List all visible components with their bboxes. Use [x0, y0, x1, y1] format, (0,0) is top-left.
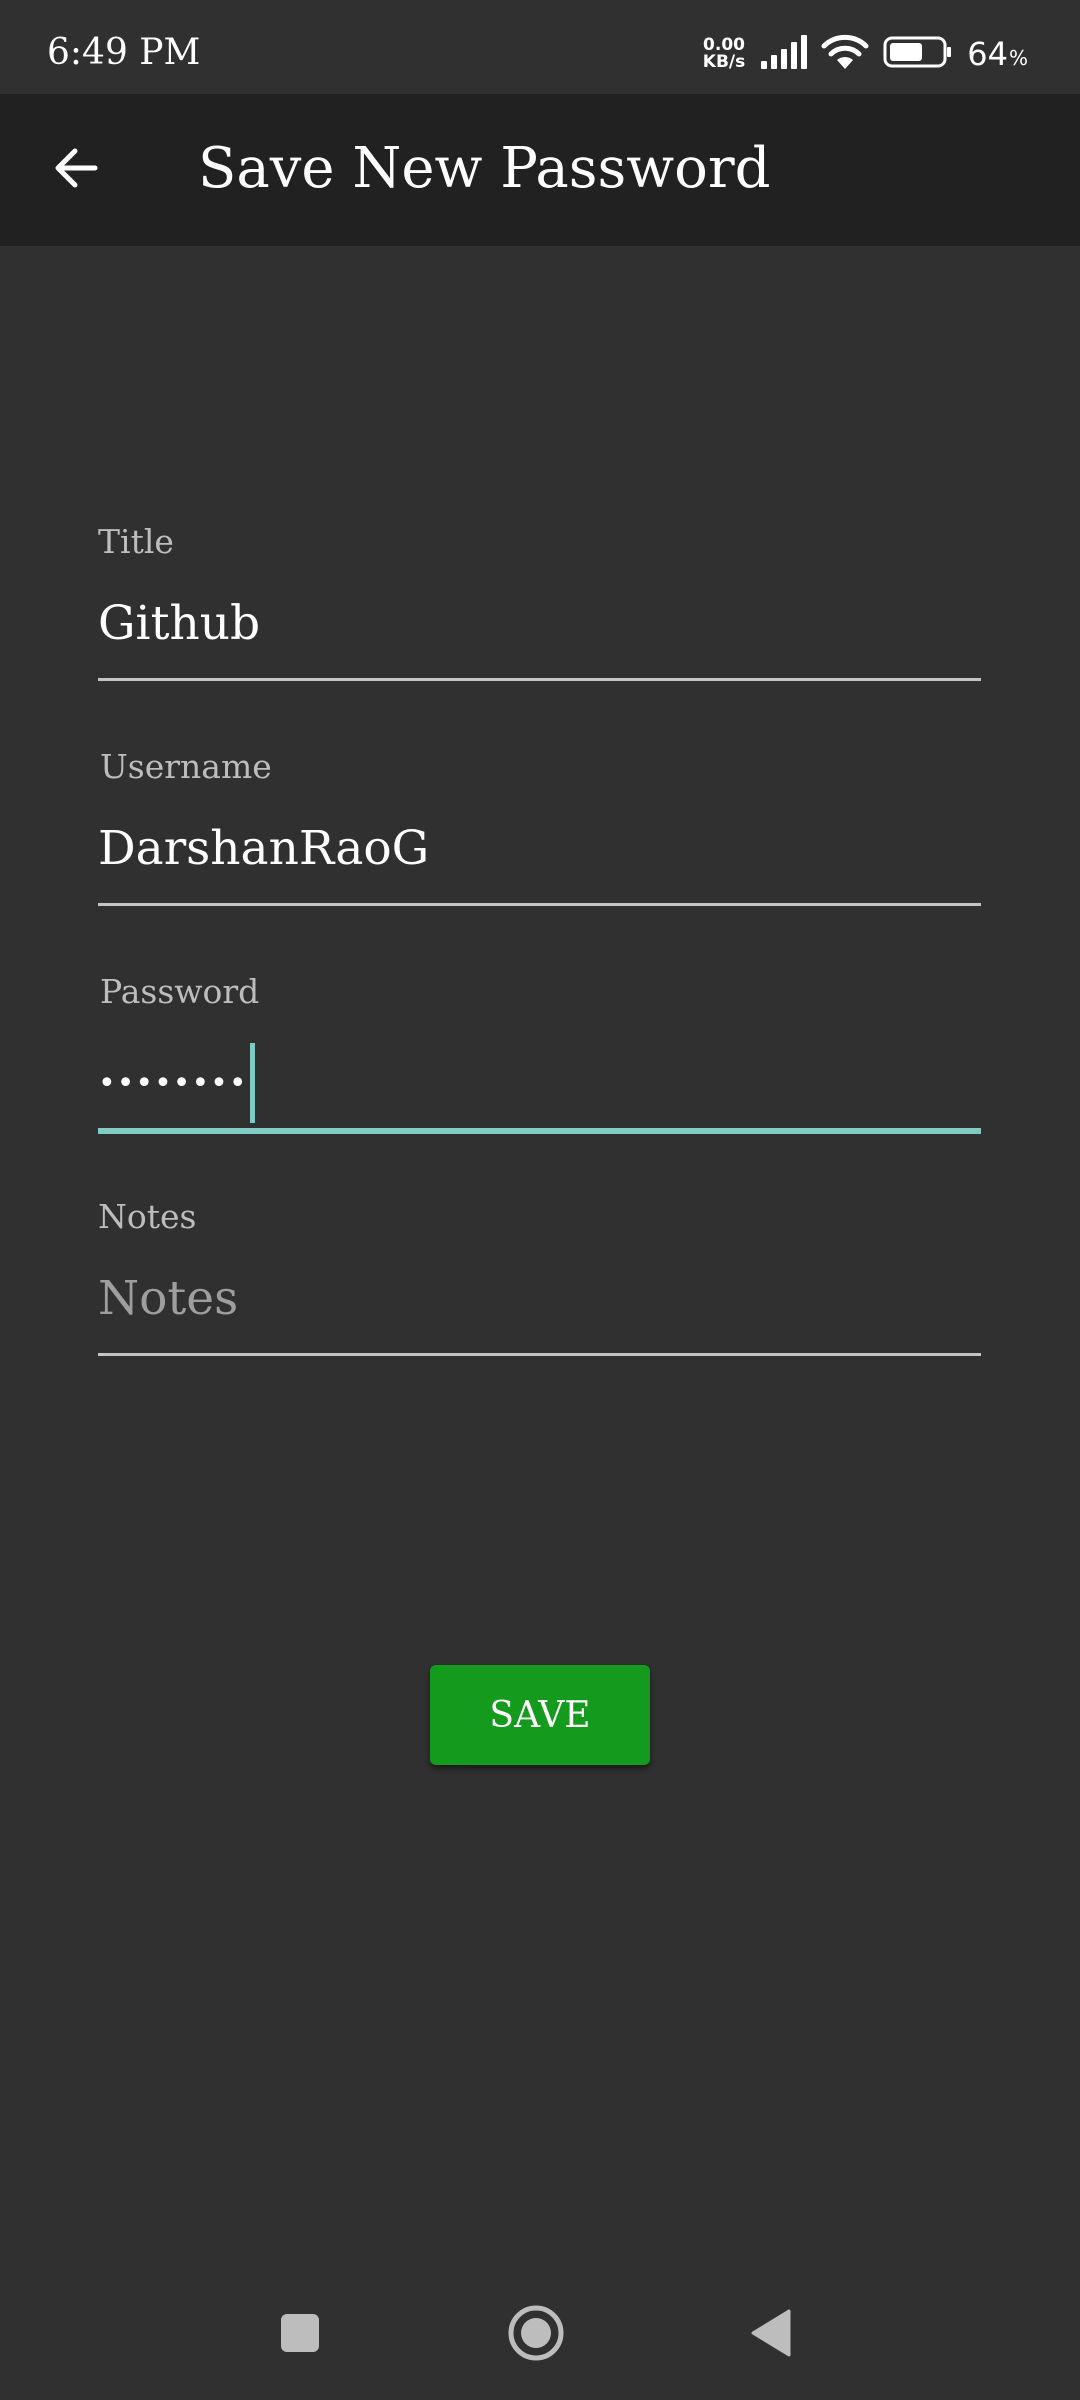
system-nav-bar	[0, 2270, 1080, 2400]
home-icon	[507, 2304, 565, 2366]
recents-icon	[280, 2313, 320, 2357]
password-masked-value: ••••••••	[98, 1065, 248, 1101]
title-underline	[98, 678, 981, 681]
page-title: Save New Password	[198, 136, 771, 201]
username-label: Username	[100, 747, 272, 786]
save-button[interactable]: SAVE	[430, 1665, 650, 1765]
password-input[interactable]: ••••••••	[98, 1043, 255, 1123]
notes-underline	[98, 1353, 981, 1356]
title-input[interactable]	[98, 587, 981, 659]
back-button[interactable]	[36, 130, 116, 210]
username-field: Username	[98, 747, 981, 907]
title-label: Title	[98, 522, 174, 561]
notes-input[interactable]	[98, 1262, 981, 1334]
password-underline	[98, 1128, 981, 1134]
battery-percent-sign: %	[1008, 46, 1028, 70]
signal-icon	[759, 35, 808, 73]
battery-percent: 64%	[967, 35, 1028, 73]
status-bar: 6:49 PM 0.00 KB/s 64 %	[0, 0, 1080, 94]
username-input[interactable]	[98, 812, 981, 884]
battery-icon	[883, 36, 953, 72]
wifi-icon	[821, 33, 869, 75]
notes-field: Notes	[98, 1197, 981, 1357]
title-field: Title	[98, 522, 981, 682]
home-button[interactable]	[491, 2290, 581, 2380]
text-cursor	[249, 1043, 255, 1123]
battery-percent-value: 64	[967, 35, 1008, 73]
recents-button[interactable]	[255, 2290, 345, 2380]
password-field[interactable]: Password ••••••••	[98, 972, 981, 1137]
back-icon	[749, 2308, 793, 2362]
username-underline	[98, 903, 981, 906]
network-speed: 0.00 KB/s	[703, 37, 745, 71]
notes-label: Notes	[98, 1197, 197, 1236]
network-speed-unit: KB/s	[702, 52, 746, 72]
status-icons: 0.00 KB/s 64 %	[703, 30, 1028, 78]
status-time: 6:49 PM	[47, 32, 201, 73]
arrow-back-icon	[51, 143, 101, 197]
nav-back-button[interactable]	[726, 2290, 816, 2380]
password-label: Password	[100, 972, 260, 1011]
app-bar: Save New Password	[0, 94, 1080, 246]
